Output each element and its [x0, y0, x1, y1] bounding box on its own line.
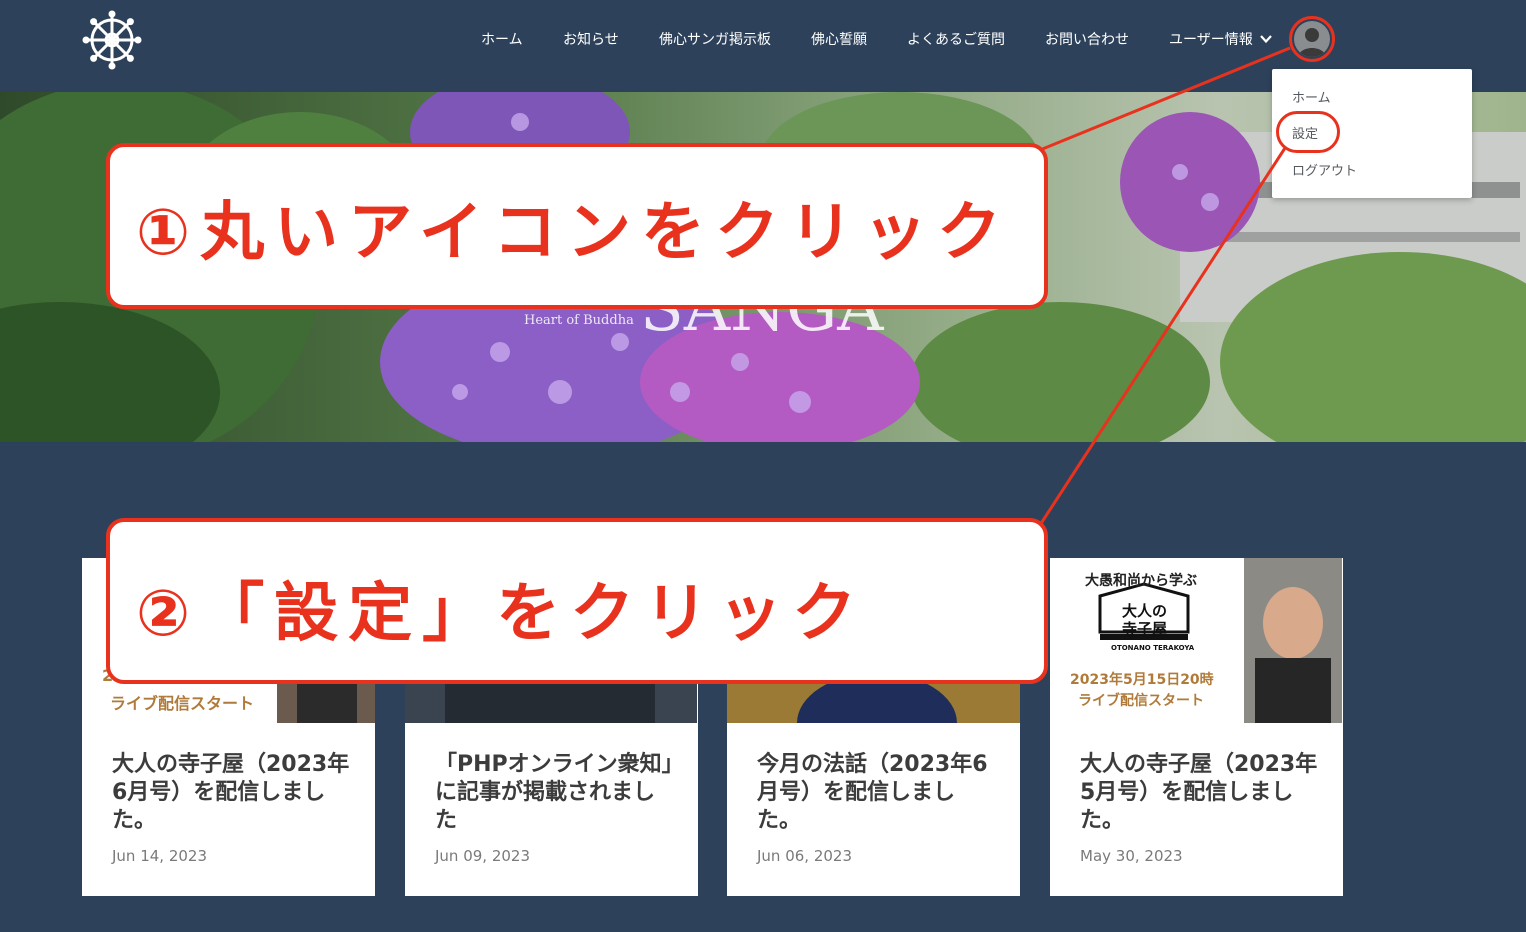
card-date: Jun 14, 2023 [112, 847, 208, 865]
card-date: Jun 06, 2023 [757, 847, 853, 865]
chevron-down-icon [1259, 35, 1272, 44]
thumb-line2: ライブ配信スタート [1078, 693, 1204, 709]
nav-vow[interactable]: 佛心誓願 [811, 29, 867, 49]
nav-news[interactable]: お知らせ [563, 29, 619, 49]
thumb-heading: 大愚和尚から学ぶ [1085, 573, 1197, 589]
nav-contact[interactable]: お問い合わせ [1045, 29, 1129, 49]
settings-highlight-ring [1276, 111, 1340, 153]
nav-user-info[interactable]: ユーザー情報 [1169, 29, 1273, 49]
nav-home[interactable]: ホーム [481, 29, 523, 49]
thumb-logo-sub: OTONANO TERAKOYA [1111, 644, 1195, 652]
annotation-step1-text: ①丸いアイコンをクリック [136, 196, 1011, 270]
card-title[interactable]: 今月の法話（2023年6月号）を配信しました。 [757, 751, 997, 835]
nav-bulletin-board[interactable]: 佛心サンガ掲示板 [659, 29, 771, 49]
card-date: Jun 09, 2023 [435, 847, 531, 865]
annotation-step2-text: ②「設定」をクリック [136, 577, 867, 651]
thumb-logo-line2: 寺子屋 [1122, 620, 1168, 638]
dropdown-item-home[interactable]: ホーム [1292, 87, 1331, 106]
card-title[interactable]: 大人の寺子屋（2023年6月号）を配信しました。 [112, 751, 352, 835]
card-title[interactable]: 大人の寺子屋（2023年5月号）を配信しました。 [1080, 751, 1320, 835]
annotation-step2: ②「設定」をクリック [106, 518, 1048, 684]
annotation-step1: ①丸いアイコンをクリック [106, 143, 1048, 309]
card-date: May 30, 2023 [1080, 847, 1183, 865]
user-silhouette-icon [1298, 28, 1326, 57]
card-thumbnail: 大愚和尚から学ぶ 大人の 寺子屋 OTONANO TERAKOYA 2023年5… [1050, 558, 1343, 723]
thumb-line2: ライブ配信スタート [110, 694, 255, 713]
news-card[interactable]: 大愚和尚から学ぶ 大人の 寺子屋 OTONANO TERAKOYA 2023年5… [1050, 558, 1343, 896]
hero-seal-text: Heart of Buddha [524, 313, 634, 328]
nav-faq[interactable]: よくあるご質問 [907, 29, 1005, 49]
card-title[interactable]: 「PHPオンライン衆知」に記事が掲載されました [435, 751, 675, 835]
dropdown-item-logout[interactable]: ログアウト [1292, 160, 1357, 179]
user-avatar-button[interactable] [1289, 16, 1335, 62]
avatar [1294, 21, 1330, 57]
thumb-line1: 2023年5月15日20時 [1070, 672, 1214, 688]
nav-user-info-label: ユーザー情報 [1169, 32, 1253, 48]
